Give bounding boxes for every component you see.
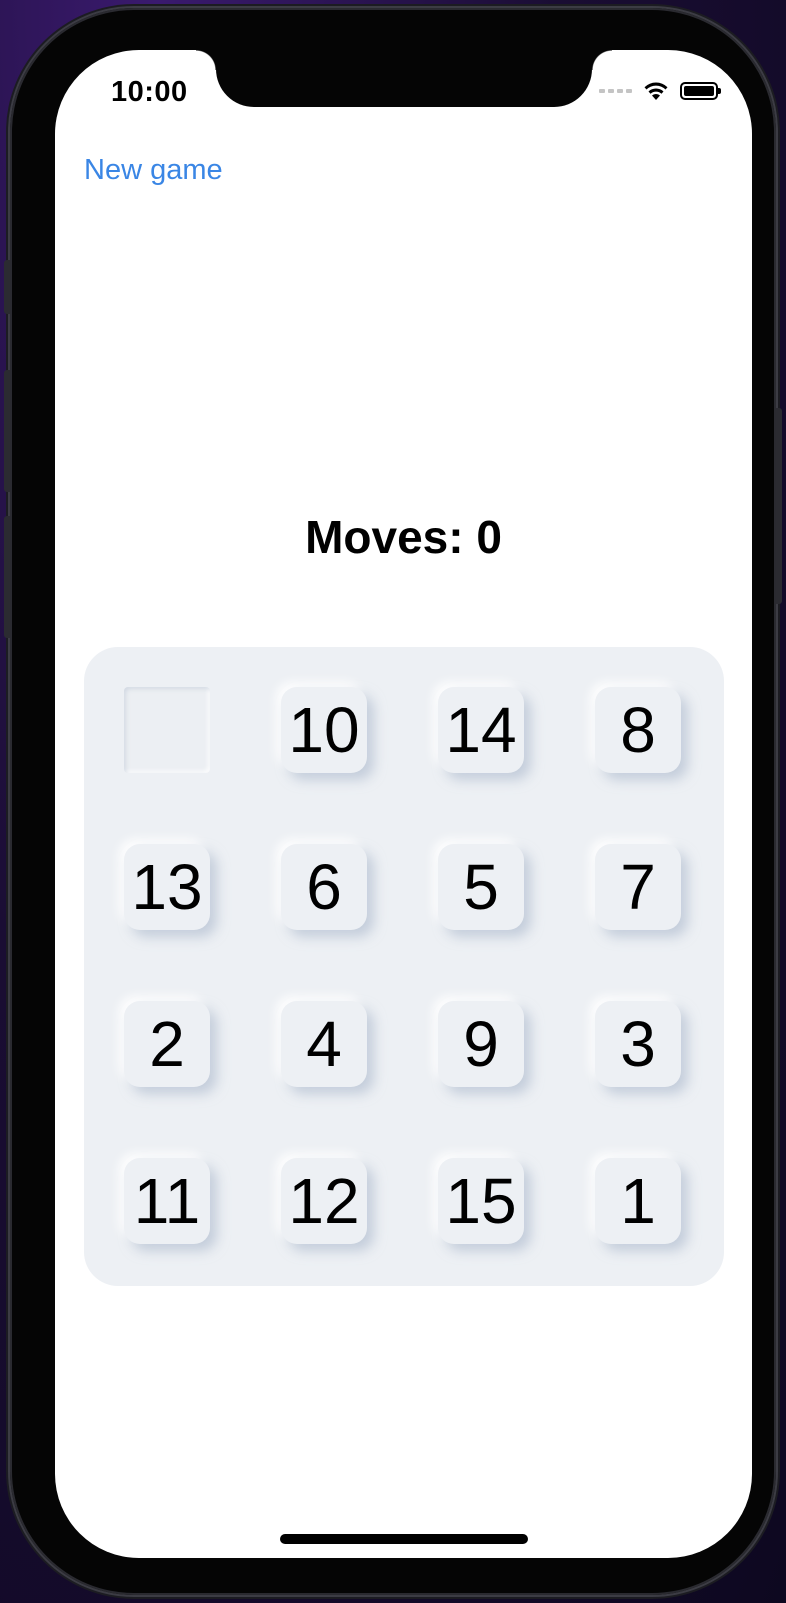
device-frame: 10:00 New game Moves: 0 10 14 8 13 6 5 7…: [4, 8, 782, 1595]
puzzle-tile[interactable]: 13: [124, 844, 210, 930]
puzzle-tile[interactable]: 15: [438, 1158, 524, 1244]
volume-up-button: [4, 370, 10, 492]
puzzle-tile[interactable]: 7: [595, 844, 681, 930]
puzzle-tile[interactable]: 6: [281, 844, 367, 930]
cellular-signal-icon: [599, 89, 632, 93]
puzzle-tile[interactable]: 4: [281, 1001, 367, 1087]
puzzle-tile[interactable]: 8: [595, 687, 681, 773]
wifi-icon: [644, 82, 668, 100]
volume-down-button: [4, 516, 10, 638]
power-button: [776, 408, 782, 604]
puzzle-tile[interactable]: 1: [595, 1158, 681, 1244]
puzzle-board: 10 14 8 13 6 5 7 2 4 9 3 11 12 15 1: [84, 647, 724, 1286]
battery-icon: [680, 82, 721, 100]
silent-switch: [4, 260, 10, 314]
app-screen: 10:00 New game Moves: 0 10 14 8 13 6 5 7…: [55, 50, 752, 1558]
status-icons: [599, 80, 721, 102]
new-game-button[interactable]: New game: [84, 154, 223, 187]
status-time: 10:00: [111, 76, 188, 108]
puzzle-tile[interactable]: 9: [438, 1001, 524, 1087]
puzzle-tile[interactable]: 10: [281, 687, 367, 773]
camera-notch: [196, 50, 612, 107]
puzzle-tile[interactable]: 12: [281, 1158, 367, 1244]
puzzle-tile[interactable]: 5: [438, 844, 524, 930]
puzzle-tile[interactable]: 2: [124, 1001, 210, 1087]
puzzle-tile[interactable]: 14: [438, 687, 524, 773]
empty-tile-slot[interactable]: [124, 687, 210, 773]
puzzle-tile[interactable]: 11: [124, 1158, 210, 1244]
moves-counter: Moves: 0: [305, 511, 502, 563]
puzzle-tile[interactable]: 3: [595, 1001, 681, 1087]
home-indicator[interactable]: [280, 1534, 528, 1544]
